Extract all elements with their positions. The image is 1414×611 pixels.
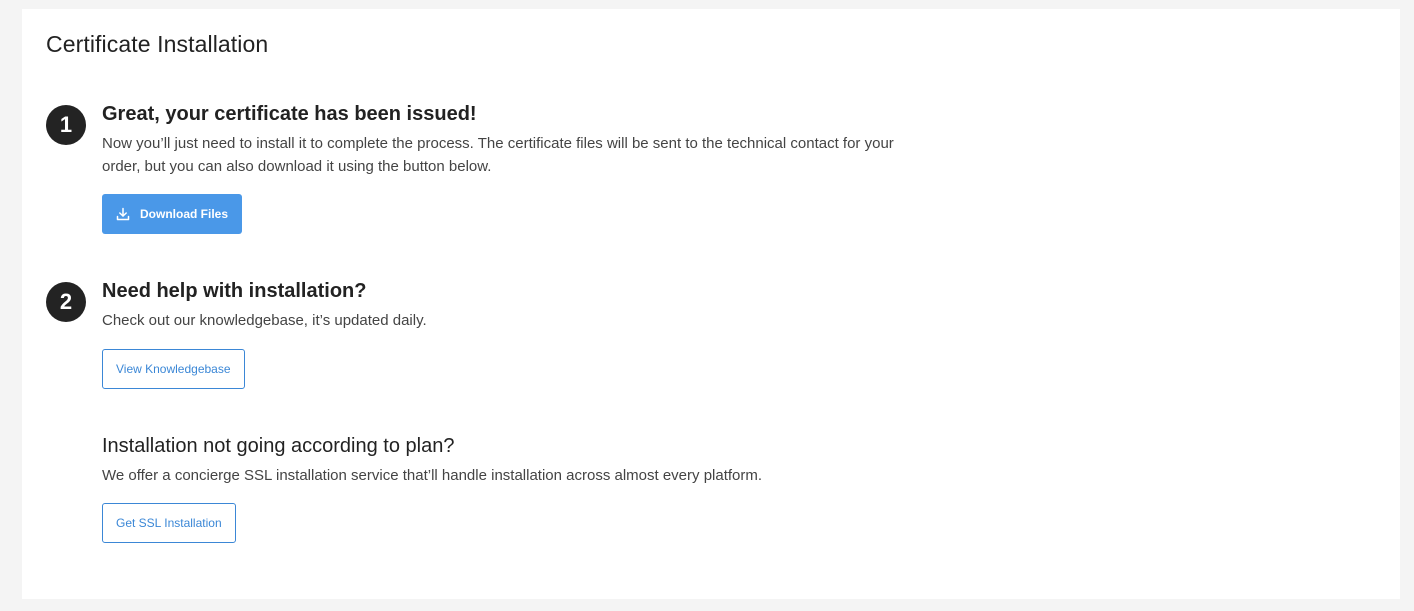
download-files-label: Download Files xyxy=(140,207,229,221)
step-3-description: We offer a concierge SSL installation se… xyxy=(102,467,763,484)
download-files-button[interactable]: Download Files xyxy=(102,194,243,234)
step-2-badge: 2 xyxy=(46,282,86,322)
view-knowledgebase-button[interactable]: View Knowledgebase xyxy=(102,349,245,389)
step-2-heading: Need help with installation? xyxy=(102,280,367,302)
download-icon xyxy=(116,207,130,221)
step-1-description: Now you’ll just need to install it to co… xyxy=(102,135,894,175)
step-1-heading: Great, your certificate has been issued! xyxy=(102,103,477,125)
step-1-badge: 1 xyxy=(46,105,86,145)
step-3-heading: Installation not going according to plan… xyxy=(102,435,455,457)
certificate-installation-panel: Certificate Installation 1 Great, your c… xyxy=(22,9,1400,599)
step-2-description: Check out our knowledgebase, it’s update… xyxy=(102,312,427,329)
get-ssl-installation-button[interactable]: Get SSL Installation xyxy=(102,503,236,543)
page-title: Certificate Installation xyxy=(46,31,269,57)
